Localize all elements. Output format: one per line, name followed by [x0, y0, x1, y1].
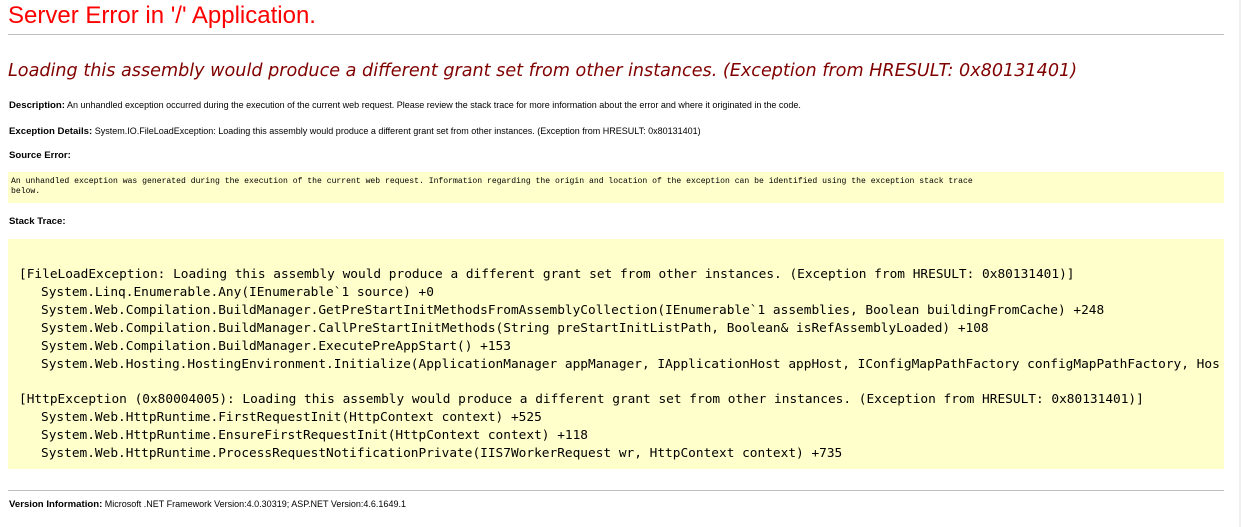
exception-details-text: System.IO.FileLoadException: Loading thi… [94, 126, 701, 136]
description-text: An unhandled exception occurred during t… [67, 100, 801, 110]
source-error-box[interactable]: An unhandled exception was generated dur… [8, 172, 1224, 203]
description-row: Description: An unhandled exception occu… [9, 99, 801, 112]
version-information-row: Version Information: Microsoft .NET Fram… [9, 498, 406, 511]
stack-trace-exception-header: [FileLoadException: Loading this assembl… [19, 267, 1075, 282]
error-message: Loading this assembly would produce a di… [8, 61, 1078, 81]
stack-frame: System.Web.HttpRuntime.FirstRequestInit(… [41, 410, 542, 425]
source-error-code: An unhandled exception was generated dur… [8, 172, 1224, 202]
stack-frame: System.Linq.Enumerable.Any(IEnumerable`1… [41, 285, 434, 300]
version-information-label: Version Information: [9, 499, 103, 510]
source-error-line: below. [11, 187, 41, 196]
exception-details-label: Exception Details: [9, 126, 93, 137]
stack-frame: System.Web.HttpRuntime.EnsureFirstReques… [41, 428, 589, 443]
stack-trace-box[interactable]: [FileLoadException: Loading this assembl… [8, 239, 1224, 469]
error-page: Server Error in '/' Application. Loading… [0, 0, 1241, 527]
stack-frame: System.Web.HttpRuntime.ProcessRequestNot… [41, 446, 843, 461]
stack-frame: System.Web.Compilation.BuildManager.GetP… [41, 303, 1105, 318]
page-title: Server Error in '/' Application. [8, 2, 316, 29]
title-divider [8, 34, 1224, 35]
stack-trace-heading: Stack Trace: [9, 215, 66, 228]
stack-frame: System.Web.Compilation.BuildManager.Exec… [41, 339, 511, 354]
source-error-heading: Source Error: [9, 149, 71, 162]
stack-trace-exception-header: [HttpException (0x80004005): Loading thi… [19, 392, 1144, 407]
version-divider [8, 490, 1224, 491]
stack-trace-label: Stack Trace: [9, 216, 66, 227]
stack-frame: System.Web.Compilation.BuildManager.Call… [41, 321, 989, 336]
stack-frame: System.Web.Hosting.HostingEnvironment.In… [41, 357, 1220, 372]
source-error-line: An unhandled exception was generated dur… [11, 177, 973, 186]
exception-details-row: Exception Details: System.IO.FileLoadExc… [9, 125, 701, 138]
description-label: Description: [9, 100, 65, 111]
source-error-label: Source Error: [9, 150, 71, 161]
version-information-text: Microsoft .NET Framework Version:4.0.303… [104, 499, 406, 509]
